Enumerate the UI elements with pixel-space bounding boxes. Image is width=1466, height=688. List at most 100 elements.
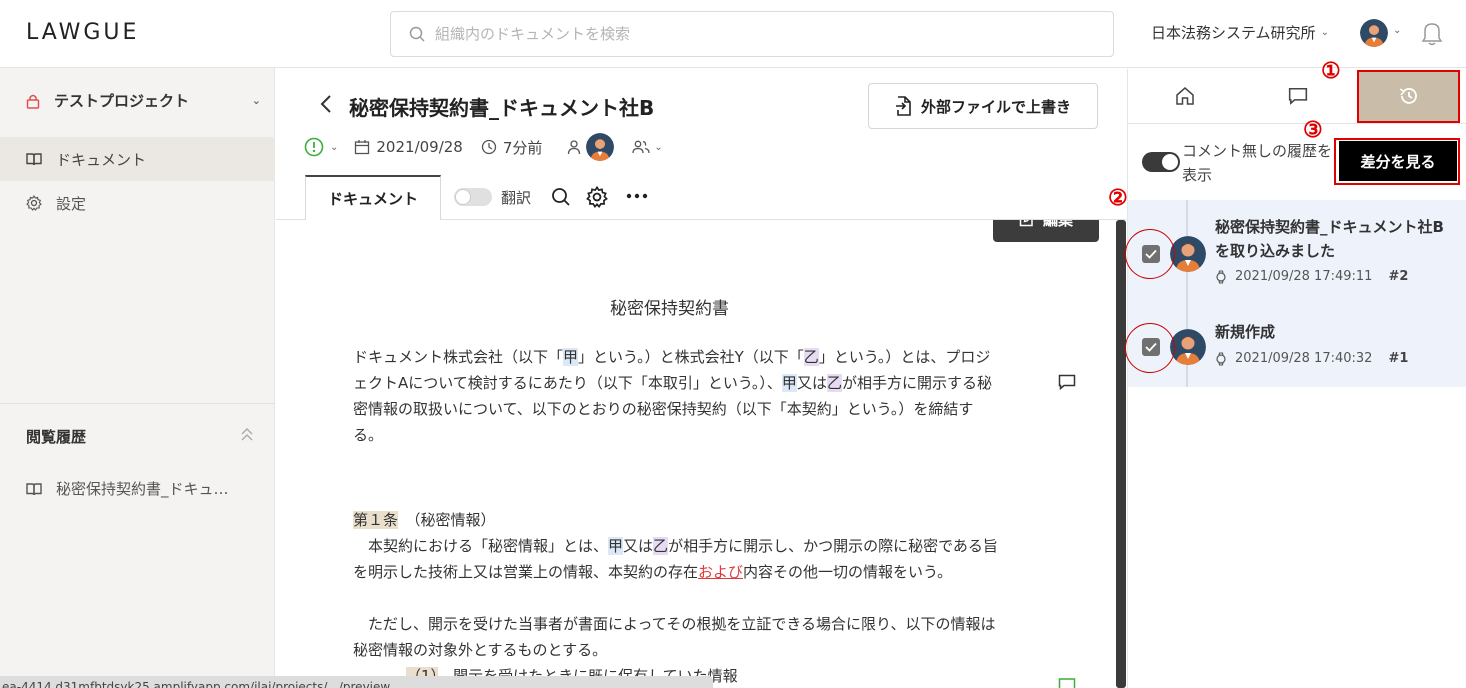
watch-icon <box>1216 269 1226 284</box>
user-avatar[interactable] <box>1360 19 1388 47</box>
document-meta: ⌄ 2021/09/28 7分前 ⌄ <box>304 133 663 161</box>
history-entry-meta: 2021/09/28 17:40:32 #1 <box>1215 351 1408 366</box>
history-entry-timestamp: 2021/09/28 17:49:11 <box>1235 269 1373 284</box>
edit-button-label: 編集 <box>1043 220 1073 230</box>
translate-label: 翻訳 <box>501 189 532 207</box>
document-body: 秘密保持契約書 ドキュメント株式会社（以下「甲」という。）と株式会社Y（以下「乙… <box>276 220 1116 688</box>
sidebar: テストプロジェクト ⌄ ドキュメント 設定 閲覧履歴 秘密保持契約書_ドキュ… <box>0 68 275 688</box>
tab-home[interactable] <box>1128 69 1241 123</box>
sidebar-item-settings[interactable]: 設定 <box>0 181 275 225</box>
chevron-down-icon: ⌄ <box>1320 27 1329 38</box>
annotation-number: ③ <box>1303 117 1323 143</box>
search-icon[interactable] <box>551 187 571 207</box>
comment-icon[interactable] <box>1058 374 1076 390</box>
flagged-term[interactable]: および <box>698 563 743 581</box>
avatar <box>1170 329 1206 365</box>
sidebar-item-documents[interactable]: ドキュメント <box>0 137 275 181</box>
tab-document[interactable]: ドキュメント <box>305 175 441 221</box>
sidebar-item-label: 設定 <box>56 194 87 213</box>
sidebar-item-label: ドキュメント <box>56 150 147 169</box>
search-input[interactable] <box>435 25 1075 43</box>
article-heading: 第１条 （秘密情報） <box>353 507 999 533</box>
status-alert-icon[interactable] <box>304 137 324 157</box>
person-icon <box>568 140 581 155</box>
history-entry-meta: 2021/09/28 17:49:11 #2 <box>1215 269 1408 284</box>
file-import-icon <box>895 96 911 116</box>
history-entry-title: 秘密保持契約書_ドキュメント社Bを取り込みました <box>1215 218 1444 260</box>
edit-icon <box>1019 220 1033 227</box>
annotation-circle-checkbox <box>1125 323 1175 373</box>
history-entry-timestamp: 2021/09/28 17:40:32 <box>1235 351 1373 366</box>
overwrite-button-label: 外部ファイルで上書き <box>920 97 1071 116</box>
show-uncommented-history-toggle[interactable] <box>1142 152 1180 172</box>
history-entry-version: #2 <box>1388 269 1409 284</box>
gear-icon <box>26 195 42 211</box>
toggle-label: コメント無しの履歴を表示 <box>1182 142 1333 184</box>
annotation-number: ① <box>1321 58 1341 84</box>
text-run: 内容その他一切の情報をいう。 <box>743 563 953 581</box>
party-kou-tag[interactable]: 甲 <box>781 374 797 392</box>
translate-toggle[interactable] <box>454 188 492 206</box>
bell-icon[interactable] <box>1421 20 1443 46</box>
book-icon <box>26 153 42 166</box>
updated-ago: 7分前 <box>502 138 543 157</box>
party-otsu-tag[interactable]: 乙 <box>803 348 819 366</box>
text-run: 本契約における「秘密情報」とは、 <box>353 537 609 555</box>
article-paragraph: ただし、開示を受けた当事者が書面によってその根拠を立証できる場合に限り、以下の情… <box>353 615 996 659</box>
chevron-down-icon[interactable]: ⌄ <box>330 142 338 153</box>
clock-icon <box>481 139 497 155</box>
annotation-box-diff-button <box>1334 138 1460 185</box>
chevron-down-icon[interactable]: ⌄ <box>1393 25 1401 36</box>
document-header: 秘密保持契約書_ドキュメント社B 外部ファイルで上書き ⌄ 2021/09/28… <box>276 69 1126 221</box>
back-arrow-icon[interactable] <box>320 95 332 113</box>
lock-icon <box>26 94 40 109</box>
project-name: テストプロジェクト <box>54 92 190 110</box>
more-options-icon[interactable] <box>626 193 648 199</box>
annotation-circle-checkbox <box>1125 229 1175 279</box>
comment-marker-icon[interactable] <box>1058 675 1076 688</box>
text-run: 又は <box>623 537 654 555</box>
article-paragraph: 本契約における「秘密情報」とは、甲又は乙が相手方に開示し、かつ開示の際に秘密であ… <box>353 533 999 585</box>
preamble-paragraph: ドキュメント株式会社（以下「甲」という。）と株式会社Y（以下「乙」という。）とは… <box>353 344 999 448</box>
overwrite-external-file-button[interactable]: 外部ファイルで上書き <box>868 83 1098 129</box>
party-otsu-tag[interactable]: 乙 <box>826 374 842 392</box>
document-date: 2021/09/28 <box>376 138 463 156</box>
party-kou-tag[interactable]: 甲 <box>563 348 579 366</box>
search-box[interactable] <box>390 11 1114 57</box>
top-bar: LAWGUE 日本法務システム研究所 ⌄ ⌄ <box>0 0 1466 68</box>
annotation-number: ② <box>1108 185 1128 211</box>
text-run: 」という。）と株式会社Y（以下「 <box>578 348 804 366</box>
owner-avatar[interactable] <box>586 133 615 161</box>
history-entry-version: #1 <box>1388 351 1409 366</box>
text-run: ドキュメント株式会社（以下「 <box>353 348 564 366</box>
chevron-double-up-icon[interactable] <box>240 426 254 442</box>
article-title: （秘密情報） <box>413 511 496 529</box>
document-title: 秘密保持契約書_ドキュメント社B <box>349 96 655 120</box>
search-icon <box>409 26 425 42</box>
status-url: ea-4414.d31mfbtdsyk25.amplifyapp.com/ila… <box>0 676 713 688</box>
chevron-down-icon: ⌄ <box>251 94 261 107</box>
book-icon <box>26 482 42 495</box>
scrollbar[interactable] <box>1116 220 1126 688</box>
party-otsu-tag[interactable]: 乙 <box>653 537 669 555</box>
divider <box>1128 123 1466 124</box>
chevron-down-icon[interactable]: ⌄ <box>654 142 662 153</box>
edit-button[interactable]: 編集 <box>993 220 1099 242</box>
project-selector[interactable]: テストプロジェクト ⌄ <box>26 90 261 111</box>
party-kou-tag[interactable]: 甲 <box>608 537 624 555</box>
annotation-box-history-tab <box>1357 70 1460 123</box>
calendar-icon <box>355 140 370 155</box>
watch-icon <box>1216 351 1226 366</box>
avatar <box>1170 236 1206 272</box>
contract-title: 秘密保持契約書 <box>610 299 729 319</box>
history-item[interactable]: 秘密保持契約書_ドキュ… <box>26 478 229 499</box>
org-selector[interactable]: 日本法務システム研究所 ⌄ <box>1151 22 1329 43</box>
divider <box>0 403 275 404</box>
gear-icon[interactable] <box>586 186 608 208</box>
document-tabs: ドキュメント <box>305 174 441 221</box>
people-icon[interactable] <box>632 139 651 155</box>
app-logo[interactable]: LAWGUE <box>26 20 139 45</box>
article-number: 第１条 <box>353 511 399 529</box>
history-title: 閲覧履歴 <box>26 428 87 446</box>
history-entry-title: 新規作成 <box>1215 323 1276 341</box>
